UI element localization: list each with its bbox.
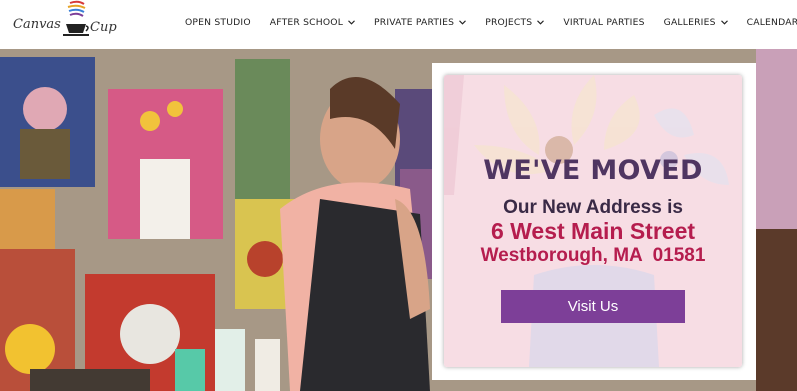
teacup-icon xyxy=(63,0,89,36)
nav-item-after-school[interactable]: AFTER SCHOOL xyxy=(270,17,355,28)
nav-item-virtual-parties[interactable]: VIRTUAL PARTIES xyxy=(563,17,644,28)
site-logo[interactable]: Canvas Cup xyxy=(10,0,120,45)
nav-item-open-studio[interactable]: OPEN STUDIO xyxy=(185,17,251,28)
nav-item-projects[interactable]: PROJECTS xyxy=(485,16,545,28)
nav-label: AFTER SCHOOL xyxy=(269,16,344,28)
nav-label: GALLERIES xyxy=(663,16,716,28)
nav-label: VIRTUAL PARTIES xyxy=(563,16,645,28)
chevron-down-icon xyxy=(348,19,355,25)
logo-text-right: Cup xyxy=(90,20,117,35)
logo-text-left: Canvas xyxy=(13,17,61,32)
address-city: Westborough, MA 01581 xyxy=(480,245,706,266)
popup-subtitle: Our New Address is xyxy=(503,197,683,218)
nav-item-galleries[interactable]: GALLERIES xyxy=(664,17,728,28)
main-nav: OPEN STUDIO AFTER SCHOOL PRIVATE PARTIES… xyxy=(185,0,797,44)
chevron-down-icon xyxy=(537,19,545,25)
moved-announcement-popup: WE'VE MOVED Our New Address is 6 West Ma… xyxy=(432,63,756,380)
site-header: Canvas Cup OPEN STUDIO AFTER SCHOOL PRIV… xyxy=(0,0,797,49)
nav-label: PRIVATE PARTIES xyxy=(374,16,455,28)
visit-us-button[interactable]: Visit Us xyxy=(501,290,685,323)
popup-card: WE'VE MOVED Our New Address is 6 West Ma… xyxy=(444,75,742,367)
chevron-down-icon xyxy=(720,19,728,25)
nav-item-calendar[interactable]: CALENDAR xyxy=(747,17,797,28)
chevron-down-icon xyxy=(459,19,467,25)
nav-item-private-parties[interactable]: PRIVATE PARTIES xyxy=(374,16,467,28)
nav-label: CALENDAR xyxy=(746,16,797,28)
popup-title: WE'VE MOVED xyxy=(483,155,703,186)
address-street: 6 West Main Street xyxy=(490,218,696,244)
nav-label: PROJECTS xyxy=(485,16,533,28)
nav-label: OPEN STUDIO xyxy=(185,16,251,28)
